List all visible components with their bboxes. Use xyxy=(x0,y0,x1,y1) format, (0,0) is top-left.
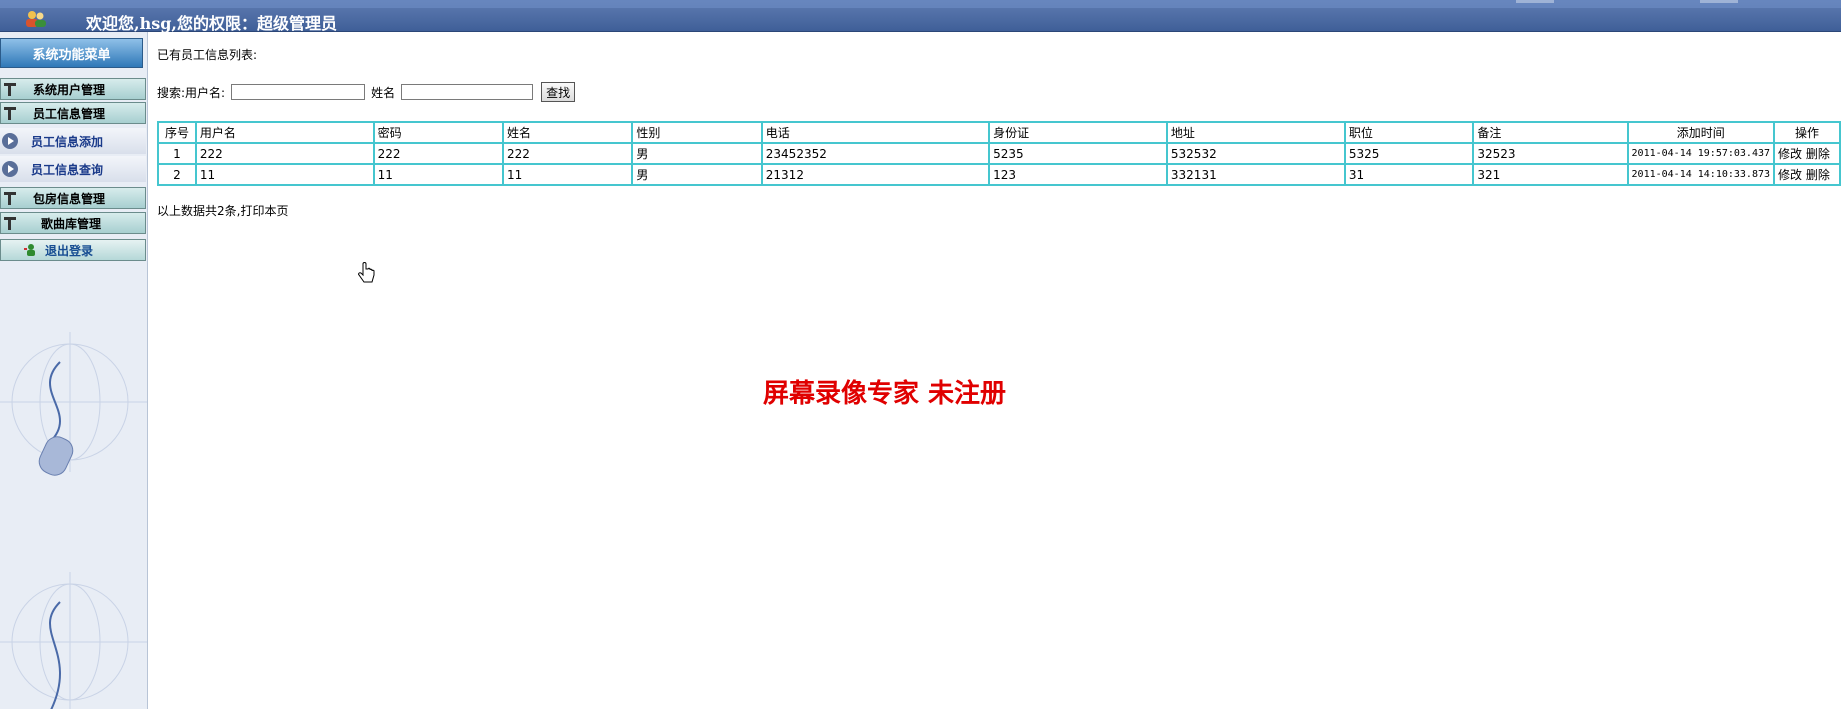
globe-decoration xyxy=(0,572,147,709)
watermark-text: 屏幕录像专家 未注册 xyxy=(763,379,1007,409)
user-logout-icon xyxy=(24,244,35,256)
delete-link[interactable]: 删除 xyxy=(1806,147,1830,161)
sidebar: 系统功能菜单 系统用户管理 员工信息管理 员工信息添加 员工信息查询 包房信息管… xyxy=(0,32,148,709)
cell-address: 332131 xyxy=(1166,164,1345,185)
sidebar-item-employee-query[interactable]: 员工信息查询 xyxy=(0,156,146,182)
sidebar-item-system-users[interactable]: 系统用户管理 xyxy=(0,78,146,100)
cell-gender: 男 xyxy=(632,164,762,185)
cell-address: 532532 xyxy=(1166,143,1345,164)
summary-text: 以上数据共2条,打印本页 xyxy=(157,204,289,218)
list-title: 已有员工信息列表: xyxy=(157,48,258,62)
tool-icon xyxy=(4,107,16,120)
name-search-input[interactable] xyxy=(401,84,534,100)
cell-position: 31 xyxy=(1344,164,1474,185)
sidebar-item-label: 员工信息添加 xyxy=(31,134,104,149)
cell-name: 222 xyxy=(503,143,633,164)
cell-no: 2 xyxy=(158,164,196,185)
cell-no: 1 xyxy=(158,143,196,164)
cell-position: 5325 xyxy=(1344,143,1474,164)
column-header: 序号 xyxy=(158,122,196,143)
edit-link[interactable]: 修改 xyxy=(1778,147,1802,161)
username-search-input[interactable] xyxy=(231,84,366,100)
arrow-right-icon xyxy=(2,133,18,149)
sidebar-item-room-management[interactable]: 包房信息管理 xyxy=(0,187,146,209)
delete-link[interactable]: 删除 xyxy=(1806,168,1830,182)
search-button[interactable]: 查找 xyxy=(541,82,576,102)
cell-remark: 32523 xyxy=(1473,143,1628,164)
search-username-label: 搜索:用户名: xyxy=(157,85,226,100)
search-bar: 搜索:用户名: 姓名 查找 xyxy=(157,82,576,102)
column-header: 备注 xyxy=(1473,122,1628,143)
column-header: 用户名 xyxy=(195,122,374,143)
cell-gender: 男 xyxy=(632,143,762,164)
column-header: 姓名 xyxy=(503,122,633,143)
hand-cursor-icon xyxy=(358,262,375,283)
globe-mouse-decoration xyxy=(0,332,147,476)
sidebar-item-song-library[interactable]: 歌曲库管理 xyxy=(0,212,146,234)
cell-id-card: 5235 xyxy=(989,143,1167,164)
top-link-1[interactable] xyxy=(1516,0,1554,3)
edit-link[interactable]: 修改 xyxy=(1778,168,1802,182)
sidebar-title: 系统功能菜单 xyxy=(0,38,143,68)
table-header-row: 序号 用户名 密码 姓名 性别 电话 身份证 地址 职位 备注 添加时间 操作 xyxy=(158,122,1840,143)
top-strip xyxy=(0,0,1841,8)
cell-remark: 321 xyxy=(1473,164,1628,185)
employee-table: 序号 用户名 密码 姓名 性别 电话 身份证 地址 职位 备注 添加时间 操作 … xyxy=(157,121,1841,186)
cell-added-time: 2011-04-14 14:10:33.873 xyxy=(1627,164,1775,185)
search-name-label: 姓名 xyxy=(371,85,396,100)
cell-password: 11 xyxy=(373,164,504,185)
cell-phone: 21312 xyxy=(761,164,990,185)
logout-button[interactable]: 退出登录 xyxy=(0,239,146,261)
sidebar-item-employee-add[interactable]: 员工信息添加 xyxy=(0,128,146,154)
sidebar-item-label: 员工信息管理 xyxy=(33,106,106,121)
cell-username: 11 xyxy=(195,164,374,185)
users-icon xyxy=(26,11,46,27)
logout-label: 退出登录 xyxy=(45,243,94,258)
cell-actions: 修改 删除 xyxy=(1774,164,1840,185)
tool-icon xyxy=(4,83,16,96)
cell-username: 222 xyxy=(195,143,374,164)
table-row: 1 222 222 222 男 23452352 5235 532532 532… xyxy=(158,143,1840,164)
cell-password: 222 xyxy=(373,143,504,164)
column-header: 密码 xyxy=(373,122,504,143)
column-header: 电话 xyxy=(761,122,990,143)
tool-icon xyxy=(4,217,16,230)
column-header: 职位 xyxy=(1344,122,1474,143)
arrow-right-icon xyxy=(2,161,18,177)
column-header: 性别 xyxy=(632,122,762,143)
cell-id-card: 123 xyxy=(989,164,1167,185)
cell-name: 11 xyxy=(503,164,633,185)
sidebar-item-label: 歌曲库管理 xyxy=(41,216,102,231)
column-header: 添加时间 xyxy=(1627,122,1775,143)
column-header: 地址 xyxy=(1166,122,1345,143)
sidebar-item-label: 系统用户管理 xyxy=(33,82,106,97)
sidebar-item-label: 包房信息管理 xyxy=(33,191,106,206)
cell-phone: 23452352 xyxy=(761,143,990,164)
top-link-2[interactable] xyxy=(1700,0,1738,3)
cell-added-time: 2011-04-14 19:57:03.437 xyxy=(1627,143,1775,164)
column-header: 操作 xyxy=(1774,122,1840,143)
table-row: 2 11 11 11 男 21312 123 332131 31 321 201… xyxy=(158,164,1840,185)
sidebar-item-label: 员工信息查询 xyxy=(31,162,104,177)
sidebar-item-employee-management[interactable]: 员工信息管理 xyxy=(0,102,146,124)
tool-icon xyxy=(4,192,16,205)
welcome-text: 欢迎您,hsg,您的权限：超级管理员 xyxy=(86,14,337,33)
column-header: 身份证 xyxy=(989,122,1167,143)
cell-actions: 修改 删除 xyxy=(1774,143,1840,164)
top-banner: 欢迎您,hsg,您的权限：超级管理员 xyxy=(0,0,1841,33)
